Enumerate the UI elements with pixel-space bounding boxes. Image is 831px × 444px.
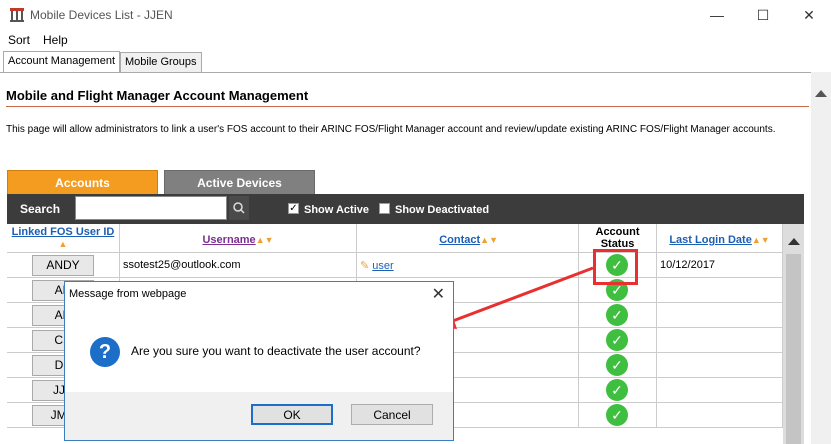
cancel-button[interactable]: Cancel — [351, 404, 433, 425]
sort-up-icon: ▲ — [58, 239, 68, 249]
sort-both-icon: ▲▼ — [480, 235, 498, 245]
maximize-button[interactable]: ☐ — [746, 4, 780, 26]
table-row: ANDY ssotest25@outlook.com ✎ user ✓ 10/1… — [7, 253, 783, 278]
username-cell: ssotest25@outlook.com — [123, 259, 241, 271]
show-deactivated-label: Show Deactivated — [395, 204, 490, 216]
col-header-username[interactable]: Username▲▼ — [120, 224, 357, 253]
window-titlebar: Mobile Devices List - JJEN — ☐ ✕ — [0, 0, 831, 30]
show-active-label: Show Active — [304, 204, 369, 216]
show-active-checkbox[interactable]: ✓ — [288, 203, 299, 214]
page-description: This page will allow administrators to l… — [6, 124, 776, 135]
contact-link[interactable]: user — [372, 260, 393, 272]
dialog-title: Message from webpage — [69, 288, 187, 300]
active-status-icon[interactable]: ✓ — [606, 329, 628, 351]
col-header-username-label[interactable]: Username — [202, 234, 255, 246]
col-header-linked-id-label[interactable]: Linked FOS User ID — [12, 226, 115, 238]
dialog-close-icon[interactable]: ✕ — [432, 284, 445, 304]
window-close-button[interactable]: ✕ — [792, 4, 826, 26]
menu-help[interactable]: Help — [43, 33, 68, 47]
menu-bar: Sort Help — [0, 30, 831, 50]
last-login-cell: 10/12/2017 — [660, 259, 716, 271]
scroll-thumb[interactable] — [786, 254, 801, 444]
user-id-button[interactable]: ANDY — [32, 255, 94, 276]
confirm-dialog: Message from webpage ✕ ? Are you sure yo… — [64, 281, 454, 441]
search-label: Search — [20, 202, 61, 216]
active-status-icon[interactable]: ✓ — [606, 304, 628, 326]
tab-mobile-groups[interactable]: Mobile Groups — [120, 52, 202, 72]
dialog-footer: OK Cancel — [65, 392, 453, 440]
show-deactivated-checkbox[interactable] — [379, 203, 390, 214]
search-input[interactable] — [75, 196, 227, 220]
scroll-up-icon[interactable] — [815, 90, 827, 97]
active-status-icon[interactable]: ✓ — [606, 404, 628, 426]
active-status-icon[interactable]: ✓ — [606, 379, 628, 401]
tab-accounts[interactable]: Accounts — [7, 170, 158, 196]
app-icon — [10, 8, 24, 22]
tab-account-management[interactable]: Account Management — [3, 51, 121, 72]
window-title: Mobile Devices List - JJEN — [30, 8, 173, 22]
col-header-linked-id[interactable]: Linked FOS User ID ▲ — [7, 224, 120, 253]
search-icon — [233, 202, 245, 214]
edit-pencil-icon[interactable]: ✎ — [360, 260, 369, 272]
dialog-message: Are you sure you want to deactivate the … — [131, 344, 421, 358]
page-scrollbar[interactable] — [811, 72, 831, 444]
ok-button[interactable]: OK — [251, 404, 333, 425]
col-header-last-login[interactable]: Last Login Date▲▼ — [657, 224, 783, 253]
search-toolbar: Search ✓ Show Active Show Deactivated — [7, 194, 804, 224]
title-divider — [6, 106, 809, 107]
minimize-button[interactable]: — — [700, 4, 734, 26]
col-header-contact-label[interactable]: Contact — [439, 234, 480, 246]
search-button[interactable] — [229, 196, 249, 220]
active-status-icon[interactable]: ✓ — [606, 354, 628, 376]
grid-scrollbar[interactable] — [783, 224, 804, 444]
annotation-highlight-box — [593, 249, 638, 285]
tab-strip: Account Management Mobile Groups — [0, 50, 831, 73]
col-header-last-login-label[interactable]: Last Login Date — [669, 234, 752, 246]
page-title: Mobile and Flight Manager Account Manage… — [6, 88, 309, 103]
question-icon: ? — [90, 337, 120, 367]
col-header-contact[interactable]: Contact▲▼ — [357, 224, 579, 253]
menu-sort[interactable]: Sort — [8, 33, 30, 47]
sort-both-icon: ▲▼ — [255, 235, 274, 245]
sort-both-icon: ▲▼ — [751, 235, 770, 245]
tab-active-devices[interactable]: Active Devices — [164, 170, 315, 196]
scroll-up-icon[interactable] — [788, 238, 800, 245]
